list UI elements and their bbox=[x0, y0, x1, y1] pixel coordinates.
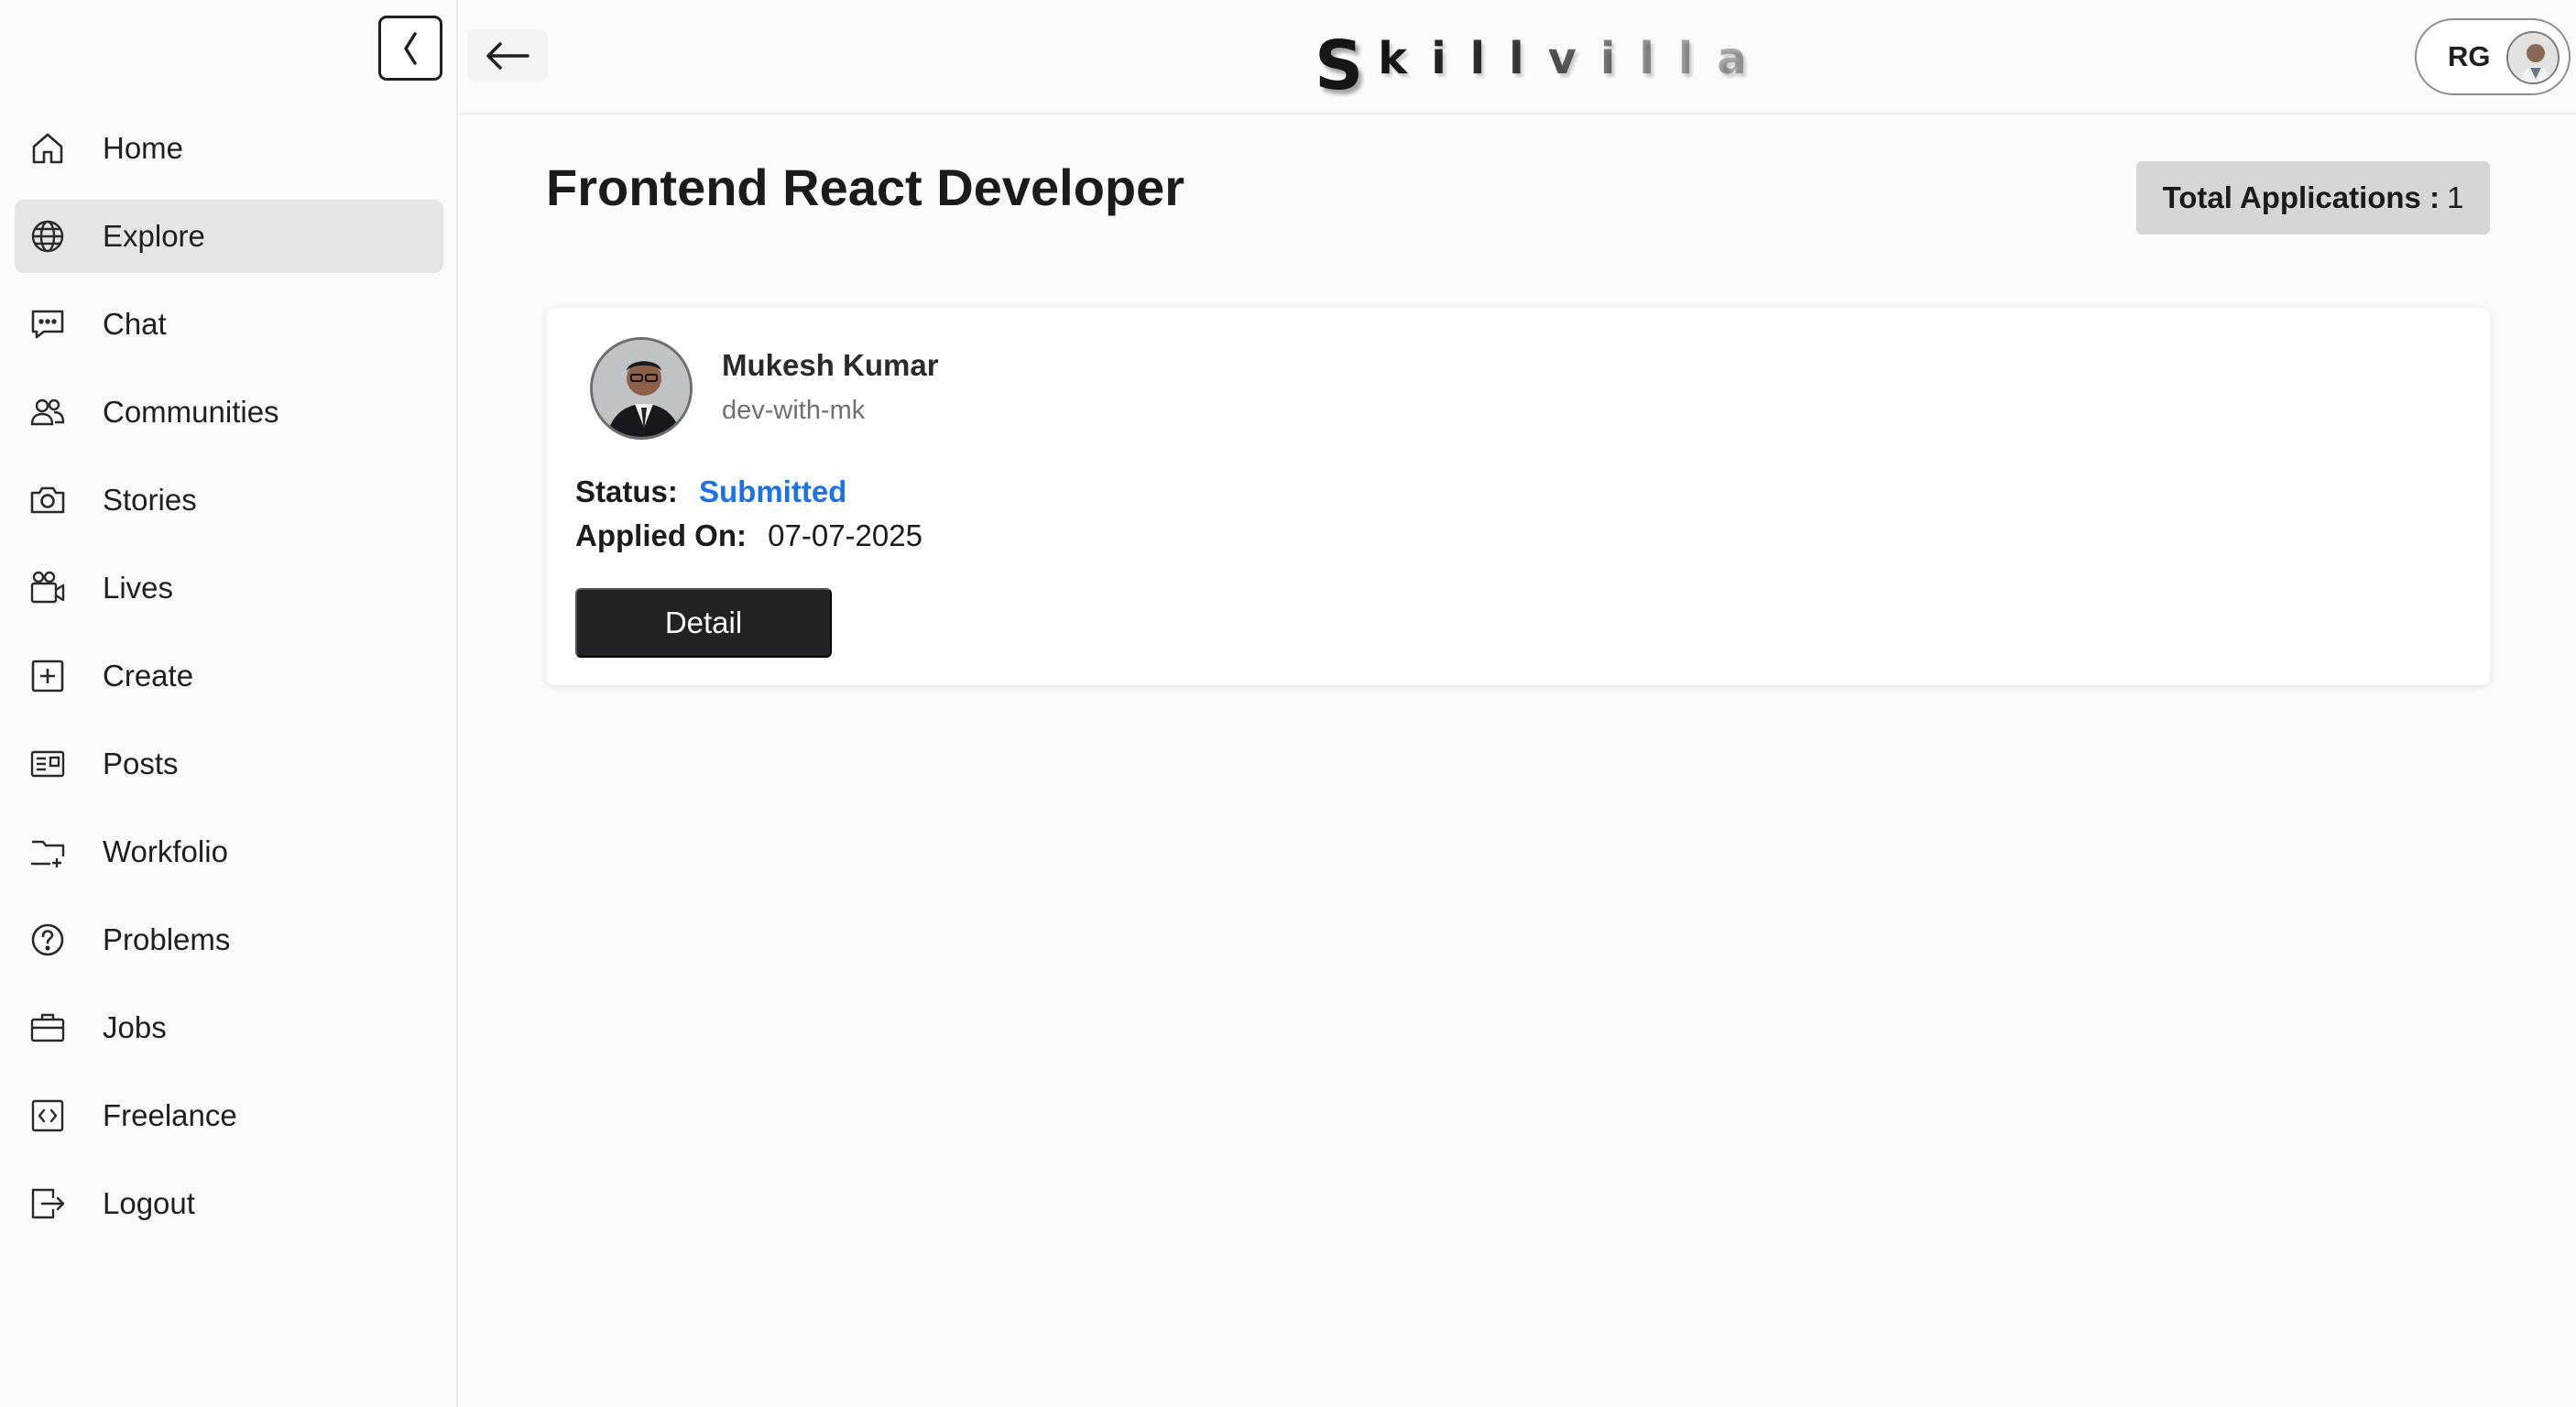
sidebar-item-logout[interactable]: Logout bbox=[15, 1167, 443, 1240]
avatar bbox=[590, 337, 693, 440]
application-card: Mukesh Kumar dev-with-mk Status: Submitt… bbox=[546, 308, 2490, 685]
sidebar-item-label: Lives bbox=[103, 571, 174, 605]
sidebar-item-label: Create bbox=[103, 659, 194, 693]
code-square-icon bbox=[29, 1097, 66, 1134]
globe-icon bbox=[29, 218, 66, 255]
folder-plus-icon bbox=[29, 834, 66, 870]
total-applications-badge: Total Applications : 1 bbox=[2136, 161, 2490, 234]
sidebar-item-lives[interactable]: Lives bbox=[15, 551, 443, 625]
sidebar-item-label: Freelance bbox=[103, 1098, 237, 1132]
sidebar-item-communities[interactable]: Communities bbox=[15, 376, 443, 449]
sidebar-item-stories[interactable]: Stories bbox=[15, 464, 443, 537]
page-title: Frontend React Developer bbox=[546, 158, 1185, 216]
sidebar-nav: Home Explore Chat Communities Stories Li… bbox=[15, 112, 443, 1255]
briefcase-icon bbox=[29, 1009, 66, 1046]
brand-logo-text: killvilla bbox=[1378, 33, 1771, 84]
sidebar-item-label: Logout bbox=[103, 1186, 195, 1220]
home-icon bbox=[29, 130, 66, 167]
video-camera-icon bbox=[29, 570, 66, 606]
sidebar-item-label: Chat bbox=[103, 307, 167, 341]
sidebar-item-chat[interactable]: Chat bbox=[15, 288, 443, 361]
app-root: Home Explore Chat Communities Stories Li… bbox=[0, 0, 2576, 1407]
status-value: Submitted bbox=[699, 474, 847, 508]
plus-square-icon bbox=[29, 658, 66, 694]
sidebar-item-label: Posts bbox=[103, 747, 179, 780]
sidebar-item-home[interactable]: Home bbox=[15, 112, 443, 185]
applied-on-value: 07-07-2025 bbox=[768, 518, 922, 552]
status-row: Status: Submitted bbox=[575, 474, 846, 509]
brand-logo-initial: S bbox=[1315, 27, 1364, 105]
sidebar-collapse-button[interactable] bbox=[378, 16, 442, 81]
sidebar-item-posts[interactable]: Posts bbox=[15, 727, 443, 801]
sidebar: Home Explore Chat Communities Stories Li… bbox=[0, 0, 458, 1407]
sidebar-item-problems[interactable]: Problems bbox=[15, 903, 443, 976]
user-initials: RG bbox=[2448, 40, 2491, 72]
avatar bbox=[2506, 31, 2560, 84]
sidebar-item-create[interactable]: Create bbox=[15, 639, 443, 713]
applicant-name: Mukesh Kumar bbox=[722, 348, 939, 382]
camera-icon bbox=[29, 482, 66, 518]
status-label: Status: bbox=[575, 474, 678, 508]
sidebar-item-label: Jobs bbox=[103, 1010, 167, 1044]
sidebar-item-label: Workfolio bbox=[103, 834, 228, 868]
chat-icon bbox=[29, 306, 66, 343]
total-applications-count: 1 bbox=[2447, 180, 2464, 214]
arrow-left-icon bbox=[486, 42, 529, 70]
question-circle-icon bbox=[29, 922, 66, 958]
sidebar-item-label: Problems bbox=[103, 922, 231, 956]
user-menu-button[interactable]: RG bbox=[2415, 18, 2571, 95]
sidebar-item-freelance[interactable]: Freelance bbox=[15, 1079, 443, 1152]
brand-logo[interactable]: S killvilla bbox=[1315, 22, 1771, 100]
applied-on-label: Applied On: bbox=[575, 518, 747, 552]
applicant-handle: dev-with-mk bbox=[722, 396, 866, 425]
top-bar: S killvilla RG bbox=[458, 0, 2576, 115]
chevron-left-icon bbox=[404, 31, 417, 65]
logout-icon bbox=[29, 1185, 66, 1222]
sidebar-item-workfolio[interactable]: Workfolio bbox=[15, 815, 443, 889]
newspaper-icon bbox=[29, 746, 66, 782]
detail-button[interactable]: Detail bbox=[575, 588, 832, 658]
sidebar-item-label: Home bbox=[103, 131, 184, 165]
sidebar-item-jobs[interactable]: Jobs bbox=[15, 991, 443, 1064]
back-button[interactable] bbox=[467, 29, 548, 82]
sidebar-item-label: Stories bbox=[103, 483, 197, 517]
total-applications-label: Total Applications : bbox=[2162, 180, 2440, 214]
users-icon bbox=[29, 394, 66, 431]
applied-on-row: Applied On: 07-07-2025 bbox=[575, 518, 922, 553]
sidebar-item-explore[interactable]: Explore bbox=[15, 200, 443, 273]
sidebar-item-label: Explore bbox=[103, 219, 205, 253]
sidebar-item-label: Communities bbox=[103, 395, 279, 429]
